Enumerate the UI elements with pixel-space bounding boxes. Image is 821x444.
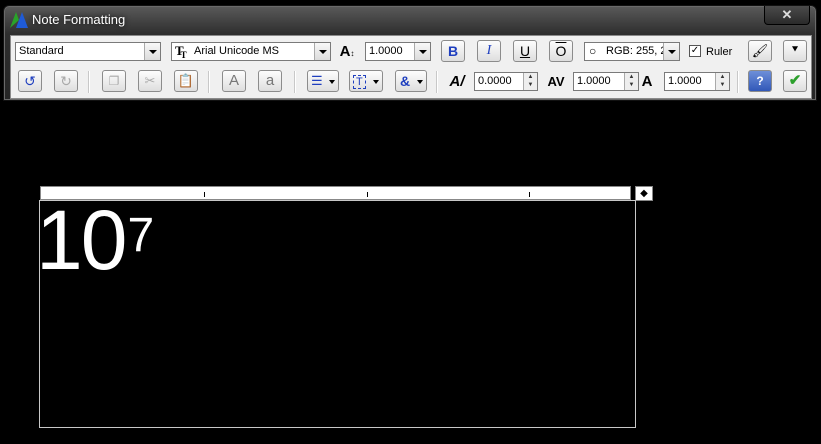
underline-button[interactable]: U — [513, 40, 537, 62]
chevron-down-icon[interactable] — [663, 43, 679, 60]
ruler-tick — [529, 192, 530, 197]
toolbar-separator — [294, 71, 296, 93]
toolbar-separator — [436, 71, 438, 93]
note-edit-box[interactable]: 107 — [36, 195, 636, 428]
color-dropdown[interactable]: ○ RGB: 255, 2 — [584, 42, 680, 61]
text-height-icon: A↕ — [339, 43, 355, 60]
brush-icon: 🖌 — [751, 43, 769, 58]
symbols-dropdown[interactable]: & — [395, 70, 427, 92]
italic-button[interactable]: I — [477, 40, 501, 62]
toolbar-separator — [88, 71, 90, 93]
scissors-icon: ✂ — [144, 73, 156, 88]
bullet-list-icon: ☰ — [311, 73, 323, 88]
text-height-dropdown[interactable]: 1.0000 — [365, 42, 431, 61]
tracking-value: 1.0000 — [577, 75, 611, 87]
spinner-arrows-icon[interactable]: ▲ ▼ — [624, 73, 638, 90]
width-factor-input[interactable]: 1.0000 ▲ ▼ — [664, 72, 730, 91]
chevron-down-icon — [373, 80, 379, 84]
window-title: Note Formatting — [32, 12, 126, 27]
bold-button[interactable]: B — [441, 40, 465, 62]
close-button[interactable]: ✕ — [764, 6, 810, 25]
toolbar-separator — [737, 71, 739, 93]
font-value: Arial Unicode MS — [194, 45, 279, 57]
font-dropdown[interactable]: TT Arial Unicode MS — [171, 42, 331, 61]
copy-button[interactable]: ❐ — [102, 70, 126, 92]
width-factor-icon: A — [641, 73, 653, 90]
insert-field-dropdown[interactable]: T — [349, 70, 383, 92]
tracking-icon: AV — [547, 74, 565, 89]
ruler-tick — [367, 192, 368, 197]
note-text[interactable]: 107 — [36, 193, 154, 287]
text-frame-icon: T — [353, 75, 366, 89]
chevron-down-icon — [329, 80, 335, 84]
ruler-resize-handle[interactable]: ◆ — [635, 186, 653, 201]
app-logo-icon — [10, 12, 28, 28]
undo-button[interactable]: ↺ — [18, 70, 42, 92]
chevron-down-icon[interactable] — [144, 43, 160, 60]
copy-icon: ❐ — [108, 74, 120, 88]
more-options-button[interactable]: ⯆ — [783, 40, 807, 62]
spinner-arrows-icon[interactable]: ▲ ▼ — [523, 73, 537, 90]
uppercase-button[interactable]: A — [222, 70, 246, 92]
title-bar[interactable]: Note Formatting ✕ — [4, 6, 816, 34]
toolbar-row-formatting: Standard TT Arial Unicode MS A↕ 1.0000 B… — [11, 37, 811, 67]
ampersand-icon: & — [400, 73, 411, 89]
paste-button[interactable]: 📋 — [174, 70, 198, 92]
expand-down-icon: ⯆ — [790, 44, 800, 56]
style-value: Standard — [19, 45, 64, 57]
style-dropdown[interactable]: Standard — [15, 42, 161, 61]
undo-icon: ↺ — [24, 73, 36, 89]
format-painter-button[interactable]: 🖌 — [748, 40, 772, 62]
toolbar-panel: Standard TT Arial Unicode MS A↕ 1.0000 B… — [10, 35, 812, 99]
cut-button[interactable]: ✂ — [138, 70, 162, 92]
ok-button[interactable]: ✔ — [783, 70, 807, 92]
bullets-dropdown[interactable]: ☰ — [307, 70, 339, 92]
redo-icon: ↻ — [60, 73, 72, 89]
note-formatting-window: Note Formatting ✕ Standard TT Arial Unic… — [3, 5, 817, 101]
note-text-superscript: 7 — [127, 209, 154, 262]
help-button[interactable]: ? — [748, 70, 772, 92]
redo-button[interactable]: ↻ — [54, 70, 78, 92]
spinner-arrows-icon[interactable]: ▲ ▼ — [715, 73, 729, 90]
width-factor-value: 1.0000 — [668, 75, 702, 87]
paste-icon: 📋 — [177, 73, 195, 88]
color-swatch-icon: ○ — [589, 44, 597, 58]
text-height-value: 1.0000 — [369, 45, 403, 57]
tracking-input[interactable]: 1.0000 ▲ ▼ — [573, 72, 639, 91]
chevron-down-icon[interactable] — [314, 43, 330, 60]
oblique-angle-value: 0.0000 — [478, 75, 512, 87]
ruler-checkbox[interactable]: ✓ — [689, 45, 701, 57]
toolbar-row-editing: ↺ ↻ ❐ ✂ 📋 A a ☰ T & A/ 0.0000 ▲ ▼ AV 1.0… — [11, 67, 811, 97]
ruler-label: Ruler — [706, 46, 733, 58]
oblique-angle-icon: A/ — [449, 73, 465, 90]
overline-button[interactable]: O — [549, 40, 573, 62]
toolbar-separator — [208, 71, 210, 93]
note-text-base: 10 — [36, 193, 127, 287]
chevron-down-icon[interactable] — [414, 43, 430, 60]
ruler-tick — [204, 192, 205, 197]
oblique-angle-input[interactable]: 0.0000 ▲ ▼ — [474, 72, 538, 91]
color-value: RGB: 255, 2 — [606, 45, 667, 57]
truetype-icon: TT — [175, 43, 187, 60]
chevron-down-icon — [417, 80, 423, 84]
lowercase-button[interactable]: a — [258, 70, 282, 92]
